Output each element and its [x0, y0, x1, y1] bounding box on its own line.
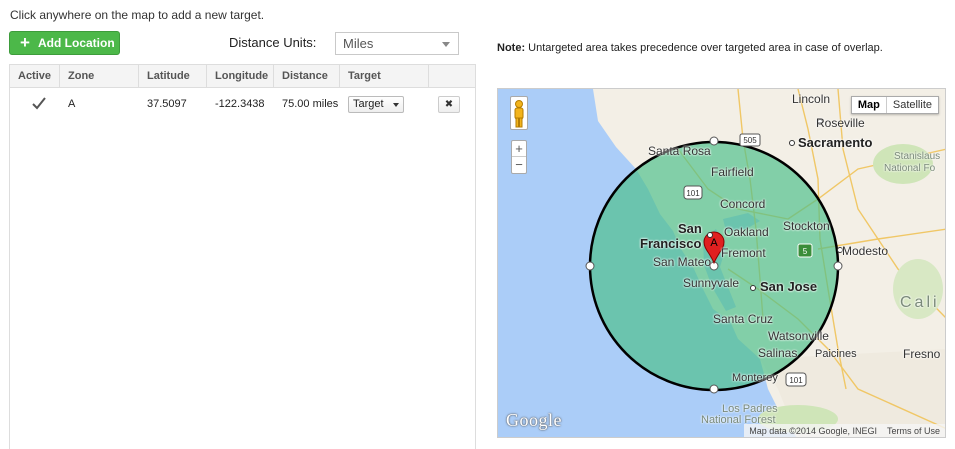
- delete-row-button[interactable]: ✖: [438, 96, 460, 113]
- distance-units-select[interactable]: Miles: [335, 32, 459, 55]
- zoom-in-button[interactable]: +: [512, 141, 526, 157]
- page: Click anywhere on the map to add a new t…: [0, 0, 955, 449]
- map-place-label: Watsonville: [768, 329, 829, 343]
- map-place-label: Lincoln: [792, 92, 831, 106]
- map-data-credit: Map data ©2014 Google, INEGI: [749, 425, 877, 436]
- column-header-latitude: Latitude: [139, 65, 207, 88]
- map-place-label: Monterey: [732, 372, 778, 384]
- chevron-down-icon: [442, 42, 450, 47]
- distance-units-label: Distance Units:: [229, 35, 317, 50]
- map-place-label: San Mateo: [653, 255, 712, 269]
- map-place-label: Stanislaus: [894, 151, 941, 162]
- target-select-value: Target: [353, 98, 384, 110]
- map-attribution: Map data ©2014 Google, INEGI Terms of Us…: [744, 424, 945, 437]
- google-logo: Google: [506, 410, 562, 430]
- street-view-pegman[interactable]: [510, 96, 528, 130]
- column-header-distance: Distance: [274, 65, 340, 88]
- target-select[interactable]: Target: [348, 96, 404, 113]
- map-place-label: Roseville: [816, 116, 865, 130]
- zoom-out-button[interactable]: −: [512, 157, 526, 173]
- map-place-label: Fairfield: [711, 165, 754, 179]
- locations-table: Active Zone Latitude Longitude Distance …: [9, 64, 476, 449]
- map-place-label: Stockton: [783, 219, 830, 233]
- note-text: Untargeted area takes precedence over ta…: [528, 42, 883, 54]
- zone-cell: A: [68, 98, 76, 110]
- highway-shield-label: 101: [789, 376, 803, 385]
- marker-label: A: [710, 237, 718, 249]
- pegman-icon: [514, 100, 524, 128]
- highway-shield-label: 505: [743, 136, 757, 145]
- latitude-cell: 37.5097: [147, 98, 187, 110]
- column-header-actions: [429, 65, 475, 88]
- map-place-label: National Fo: [884, 163, 936, 174]
- map-place-label: Paicines: [815, 348, 857, 360]
- map-place-label: Oakland: [724, 225, 769, 239]
- map-place-label: Santa Cruz: [713, 312, 774, 326]
- zoom-control: + −: [511, 140, 527, 174]
- map-place-label: Concord: [720, 197, 766, 211]
- map-place-label: Sunnyvale: [683, 276, 740, 290]
- distance-cell: 75.00 miles: [282, 98, 339, 110]
- chevron-down-icon: [393, 103, 399, 107]
- table-row: A 37.5097 -122.3438 75.00 miles Target ✖: [10, 89, 475, 119]
- map-place-label: Santa Rosa: [648, 144, 711, 158]
- note-prefix: Note:: [497, 42, 526, 54]
- highway-shield-label: 101: [686, 189, 700, 198]
- map-place-label: Modesto: [842, 244, 889, 258]
- map-place-label: San: [678, 221, 702, 236]
- column-header-longitude: Longitude: [207, 65, 274, 88]
- map-type-map-button[interactable]: Map: [852, 97, 887, 113]
- plus-icon: +: [20, 33, 30, 52]
- highway-shield-label: 5: [803, 247, 808, 256]
- map-type-control: Map Satellite: [850, 96, 939, 114]
- map-place-label: Salinas: [758, 346, 798, 360]
- map-place-label: Sacramento: [798, 135, 873, 150]
- distance-units-value: Miles: [343, 36, 374, 51]
- map-place-label: Fresno: [903, 347, 941, 361]
- active-checkbox[interactable]: [32, 97, 46, 110]
- table-header: Active Zone Latitude Longitude Distance …: [10, 65, 475, 88]
- column-header-active: Active: [10, 65, 60, 88]
- add-location-label: Add Location: [38, 36, 115, 50]
- map-view[interactable]: A 505 101 5 101 Lincoln Roseville Santa …: [497, 88, 946, 438]
- map-place-label: San Jose: [760, 279, 818, 294]
- map-place-label: Francisco: [640, 236, 702, 251]
- add-location-button[interactable]: + Add Location: [9, 31, 120, 55]
- map-place-label: Fremont: [721, 246, 766, 260]
- overlap-note: Note: Untargeted area takes precedence o…: [497, 42, 883, 54]
- map-place-label: Cali: [900, 294, 940, 311]
- longitude-cell: -122.3438: [215, 98, 265, 110]
- map-type-satellite-button[interactable]: Satellite: [887, 97, 938, 113]
- column-header-zone: Zone: [60, 65, 139, 88]
- terms-of-use-link[interactable]: Terms of Use: [887, 426, 940, 436]
- column-header-target: Target: [340, 65, 429, 88]
- instruction-text: Click anywhere on the map to add a new t…: [10, 8, 265, 22]
- map-canvas[interactable]: A 505 101 5 101: [498, 89, 946, 438]
- close-icon: ✖: [444, 99, 454, 110]
